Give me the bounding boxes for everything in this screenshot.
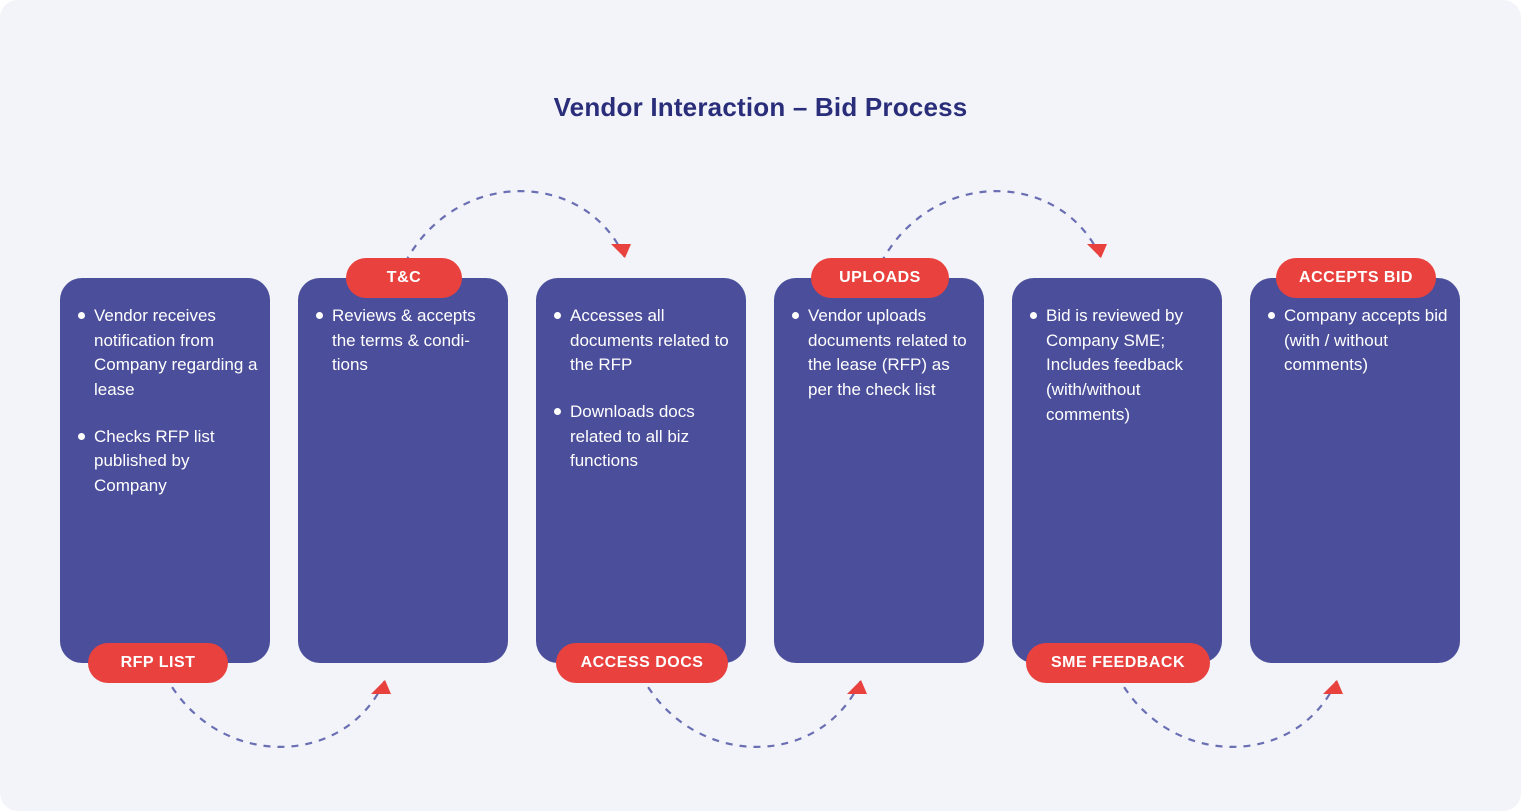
- step-bullets: Reviews & accepts the terms & condi­tion…: [312, 304, 496, 378]
- step-bullet: Company accepts bid (with / without comm…: [1264, 304, 1448, 378]
- step-badge-access-docs: ACCESS DOCS: [556, 643, 728, 683]
- step-bullet: Bid is reviewed by Company SME; Includes…: [1026, 304, 1210, 427]
- step-badge-uploads: UPLOADS: [811, 258, 949, 298]
- step-badge-tc: T&C: [346, 258, 462, 298]
- step-bullets: Vendor receives notification from Compan…: [74, 304, 258, 498]
- step-bullets: Vendor uploads documents related to the …: [788, 304, 972, 403]
- step-bullets: Company accepts bid (with / without comm…: [1264, 304, 1448, 378]
- step-bullet: Vendor uploads documents related to the …: [788, 304, 972, 403]
- step-bullets: Accesses all documents related to the RF…: [550, 304, 734, 474]
- step-bullet: Vendor receives notification from Compan…: [74, 304, 258, 403]
- step-card-access-docs: Accesses all documents related to the RF…: [536, 278, 746, 663]
- diagram-title: Vendor Interaction – Bid Process: [0, 92, 1521, 123]
- step-card-sme-feedback: Bid is reviewed by Company SME; Includes…: [1012, 278, 1222, 663]
- step-badge-rfp-list: RFP LIST: [88, 643, 228, 683]
- step-badge-accepts-bid: ACCEPTS BID: [1276, 258, 1436, 298]
- step-card-accepts-bid: Company accepts bid (with / without comm…: [1250, 278, 1460, 663]
- step-bullet: Accesses all documents related to the RF…: [550, 304, 734, 378]
- step-card-uploads: Vendor uploads documents related to the …: [774, 278, 984, 663]
- step-bullet: Downloads docs related to all biz functi…: [550, 400, 734, 474]
- step-badge-sme-feedback: SME FEEDBACK: [1026, 643, 1210, 683]
- step-card-rfp-list: Vendor receives notification from Compan…: [60, 278, 270, 663]
- step-bullet: Checks RFP list published by Company: [74, 425, 258, 499]
- step-bullets: Bid is reviewed by Company SME; Includes…: [1026, 304, 1210, 427]
- step-bullet: Reviews & accepts the terms & condi­tion…: [312, 304, 496, 378]
- diagram-canvas: Vendor Interaction – Bid Process Vendor …: [0, 0, 1521, 811]
- step-card-tc: Reviews & accepts the terms & condi­tion…: [298, 278, 508, 663]
